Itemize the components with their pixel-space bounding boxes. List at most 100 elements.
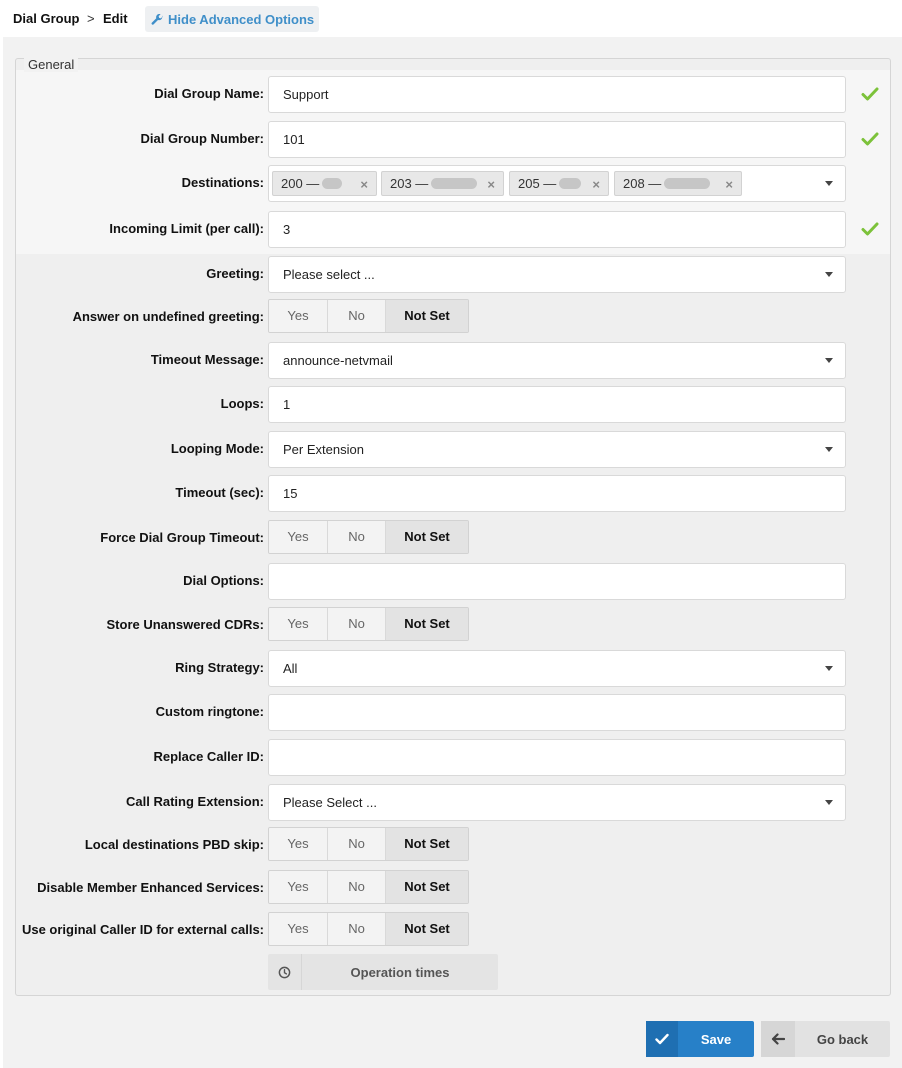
timeout-sec-input[interactable]: 15	[268, 475, 846, 512]
destination-tag-label: 203 —	[390, 176, 429, 191]
no-option[interactable]: No	[328, 608, 386, 640]
destinations-multiselect[interactable]: 200 — × 203 — × 205 — × 208 — ×	[268, 165, 846, 202]
dial-group-number-input[interactable]: 101	[268, 121, 846, 158]
go-back-button[interactable]: Go back	[761, 1021, 890, 1057]
row-answer-undefined-greeting: Answer on undefined greeting: Yes No Not…	[16, 299, 890, 335]
breadcrumb-separator: >	[87, 11, 95, 26]
greeting-select[interactable]: Please select ...	[268, 256, 846, 293]
row-disable-enhanced: Disable Member Enhanced Services: Yes No…	[16, 870, 890, 906]
yes-option[interactable]: Yes	[269, 913, 328, 945]
call-rating-label: Call Rating Extension:	[126, 794, 264, 809]
chevron-down-icon	[825, 666, 833, 671]
remove-tag-icon[interactable]: ×	[592, 177, 600, 192]
dial-group-name-input[interactable]: Support	[268, 76, 846, 113]
row-custom-ringtone: Custom ringtone:	[16, 694, 890, 731]
valid-check-icon	[861, 132, 879, 146]
save-label: Save	[700, 1031, 732, 1047]
remove-tag-icon[interactable]: ×	[725, 177, 733, 192]
force-timeout-label: Force Dial Group Timeout:	[100, 530, 264, 545]
redacted-blur	[322, 178, 343, 189]
hide-advanced-options-label: Hide Advanced Options	[168, 11, 315, 27]
yes-option[interactable]: Yes	[269, 608, 328, 640]
replace-callerid-label: Replace Caller ID:	[153, 749, 264, 764]
chevron-down-icon	[825, 447, 833, 452]
row-incoming-limit: Incoming Limit (per call): 3	[16, 211, 890, 248]
destination-tag[interactable]: 203 — ×	[381, 171, 504, 196]
ring-strategy-select[interactable]: All	[268, 650, 846, 687]
valid-check-icon	[861, 222, 879, 236]
not-set-option[interactable]: Not Set	[386, 828, 468, 860]
row-looping-mode: Looping Mode: Per Extension	[16, 431, 890, 468]
dial-group-number-label: Dial Group Number:	[140, 131, 264, 146]
no-option[interactable]: No	[328, 521, 386, 553]
wrench-icon	[151, 13, 163, 25]
looping-mode-value: Per Extension	[283, 442, 364, 457]
not-set-option[interactable]: Not Set	[386, 521, 468, 553]
chevron-down-icon[interactable]	[825, 181, 833, 186]
valid-check-icon	[861, 87, 879, 101]
fieldset-legend: General	[24, 57, 79, 72]
yes-option[interactable]: Yes	[269, 828, 328, 860]
dial-options-input[interactable]	[268, 563, 846, 600]
disable-enhanced-toggle: Yes No Not Set	[268, 870, 469, 904]
remove-tag-icon[interactable]: ×	[487, 177, 495, 192]
no-option[interactable]: No	[328, 913, 386, 945]
dial-group-name-label: Dial Group Name:	[154, 86, 264, 101]
hide-advanced-options-button[interactable]: Hide Advanced Options	[145, 6, 320, 32]
destination-tag[interactable]: 208 — ×	[614, 171, 742, 196]
not-set-option[interactable]: Not Set	[386, 300, 468, 332]
call-rating-select[interactable]: Please Select ...	[268, 784, 846, 821]
custom-ringtone-input[interactable]	[268, 694, 846, 731]
yes-option[interactable]: Yes	[269, 871, 328, 903]
chevron-down-icon	[825, 358, 833, 363]
use-original-callerid-toggle: Yes No Not Set	[268, 912, 469, 946]
save-button[interactable]: Save	[646, 1021, 754, 1057]
row-loops: Loops: 1	[16, 386, 890, 423]
destinations-label: Destinations:	[181, 175, 264, 190]
not-set-option[interactable]: Not Set	[386, 913, 468, 945]
row-local-pbd-skip: Local destinations PBD skip: Yes No Not …	[16, 827, 890, 863]
ring-strategy-label: Ring Strategy:	[175, 660, 264, 675]
no-option[interactable]: No	[328, 871, 386, 903]
not-set-option[interactable]: Not Set	[386, 871, 468, 903]
arrow-left-icon	[761, 1021, 795, 1057]
row-use-original-callerid: Use original Caller ID for external call…	[16, 912, 890, 948]
destination-tag-label: 208 —	[623, 176, 662, 191]
local-pbd-skip-toggle: Yes No Not Set	[268, 827, 469, 861]
store-unanswered-label: Store Unanswered CDRs:	[106, 617, 264, 632]
looping-mode-select[interactable]: Per Extension	[268, 431, 846, 468]
loops-input[interactable]: 1	[268, 386, 846, 423]
greeting-value: Please select ...	[283, 267, 375, 282]
disable-enhanced-label: Disable Member Enhanced Services:	[37, 880, 264, 895]
force-timeout-toggle: Yes No Not Set	[268, 520, 469, 554]
not-set-option[interactable]: Not Set	[386, 608, 468, 640]
yes-option[interactable]: Yes	[269, 300, 328, 332]
yes-option[interactable]: Yes	[269, 521, 328, 553]
greeting-label: Greeting:	[206, 266, 264, 281]
no-option[interactable]: No	[328, 300, 386, 332]
replace-callerid-input[interactable]	[268, 739, 846, 776]
row-dial-group-name: Dial Group Name: Support	[16, 76, 890, 113]
destination-tag[interactable]: 200 — ×	[272, 171, 377, 196]
row-greeting: Greeting: Please select ...	[16, 256, 890, 293]
operation-times-button[interactable]: Operation times	[268, 954, 498, 990]
use-original-callerid-label: Use original Caller ID for external call…	[21, 922, 264, 937]
destination-tag-label: 200 —	[281, 176, 320, 191]
incoming-limit-input[interactable]: 3	[268, 211, 846, 248]
row-ring-strategy: Ring Strategy: All	[16, 650, 890, 687]
timeout-message-select[interactable]: announce-netvmail	[268, 342, 846, 379]
destination-tag-label: 205 —	[518, 176, 557, 191]
remove-tag-icon[interactable]: ×	[360, 177, 368, 192]
dial-options-label: Dial Options:	[183, 573, 264, 588]
row-dial-options: Dial Options:	[16, 563, 890, 600]
no-option[interactable]: No	[328, 828, 386, 860]
row-destinations: Destinations: 200 — × 203 — × 205 — × 20…	[16, 165, 890, 202]
breadcrumb-section[interactable]: Dial Group	[13, 11, 79, 26]
row-store-unanswered: Store Unanswered CDRs: Yes No Not Set	[16, 607, 890, 643]
store-unanswered-toggle: Yes No Not Set	[268, 607, 469, 641]
destination-tag[interactable]: 205 — ×	[509, 171, 609, 196]
redacted-blur	[431, 178, 478, 189]
looping-mode-label: Looping Mode:	[170, 441, 264, 456]
redacted-blur	[559, 178, 582, 189]
row-force-timeout: Force Dial Group Timeout: Yes No Not Set	[16, 520, 890, 556]
